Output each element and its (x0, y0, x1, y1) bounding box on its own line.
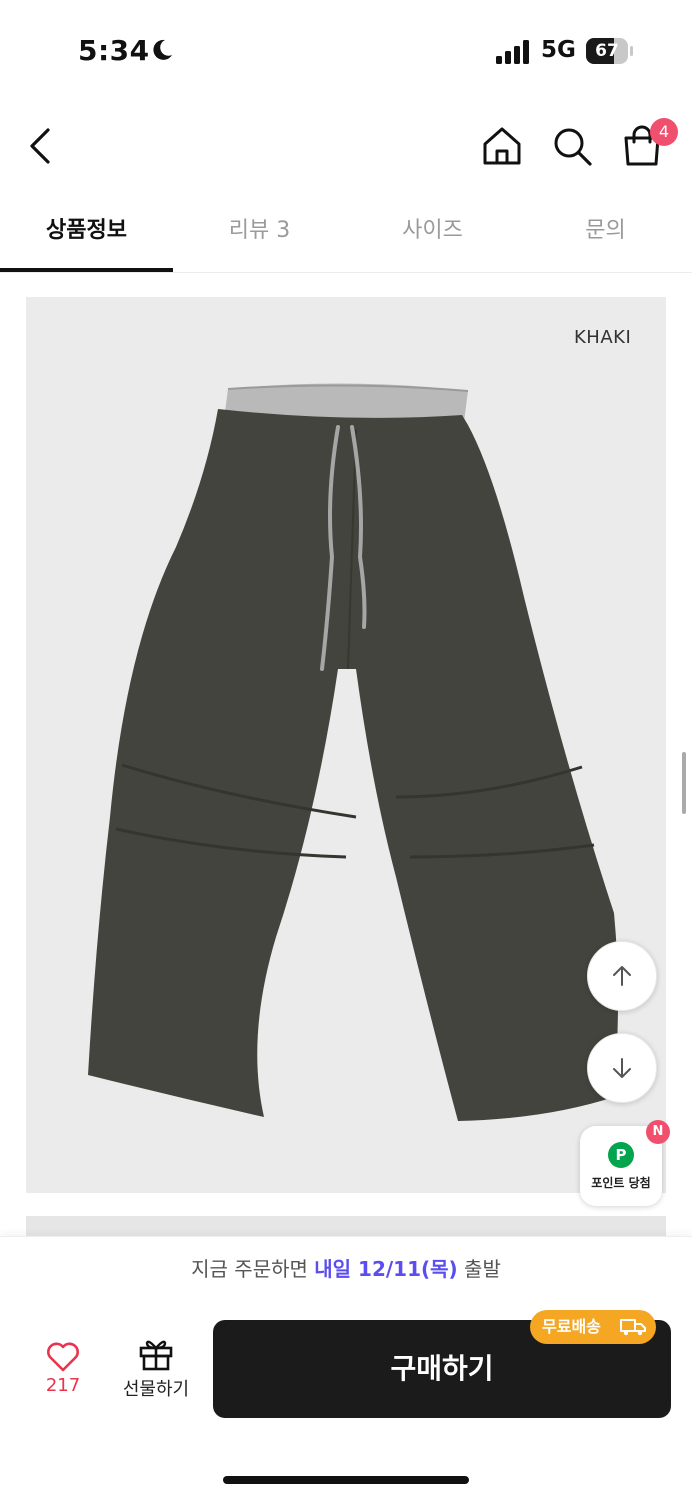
like-button[interactable]: 217 (22, 1341, 104, 1411)
scroll-down-button[interactable] (587, 1033, 657, 1103)
app-header (0, 100, 692, 195)
free-shipping-badge: 무료배송 (530, 1310, 656, 1344)
status-bar: 5:34 5G 67 (0, 0, 692, 100)
battery-level: 67 (595, 41, 619, 61)
arrow-up-icon (613, 966, 631, 986)
tab-inquiry[interactable]: 문의 (519, 200, 692, 270)
tab-product-info[interactable]: 상품정보 (0, 200, 173, 270)
shipping-info-bar: 지금 주문하면 내일 12/11(목) 출발 (0, 1236, 692, 1300)
active-tab-indicator (0, 268, 173, 272)
back-arrow-icon[interactable] (18, 122, 66, 170)
network-label: 5G (541, 37, 576, 63)
home-indicator (223, 1476, 469, 1484)
cart-count-badge: 4 (650, 118, 678, 146)
moon-icon (153, 39, 172, 60)
point-icon: P (608, 1142, 634, 1168)
scroll-up-button[interactable] (587, 941, 657, 1011)
point-label: 포인트 당첨 (591, 1176, 651, 1190)
scrollbar[interactable] (682, 752, 686, 814)
status-time: 5:34 (78, 34, 150, 67)
like-count: 217 (45, 1375, 81, 1396)
product-tabs: 상품정보 리뷰 3 사이즈 문의 (0, 200, 692, 273)
gift-button[interactable]: 선물하기 (114, 1337, 198, 1411)
shipping-suffix: 출발 (457, 1257, 501, 1281)
free-shipping-label: 무료배송 (542, 1317, 601, 1336)
gift-label: 선물하기 (122, 1379, 190, 1400)
heart-icon (47, 1342, 79, 1372)
gift-icon (139, 1340, 173, 1371)
battery-icon: 67 (586, 38, 634, 64)
arrow-down-icon (613, 1058, 631, 1078)
search-icon[interactable] (548, 122, 596, 170)
tab-reviews[interactable]: 리뷰 3 (173, 200, 346, 270)
shipping-date: 내일 12/11(목) (314, 1257, 458, 1281)
signal-icon (496, 40, 529, 64)
product-image: KHAKI (26, 297, 666, 1193)
truck-icon (620, 1319, 646, 1336)
home-icon[interactable] (478, 122, 526, 170)
pants-illustration (88, 383, 618, 1121)
tab-size[interactable]: 사이즈 (346, 200, 519, 270)
new-badge: N (646, 1120, 670, 1144)
shipping-prefix: 지금 주문하면 (191, 1257, 315, 1281)
color-label: KHAKI (574, 327, 632, 348)
point-reward-widget[interactable]: P 포인트 당첨 N (580, 1120, 670, 1206)
